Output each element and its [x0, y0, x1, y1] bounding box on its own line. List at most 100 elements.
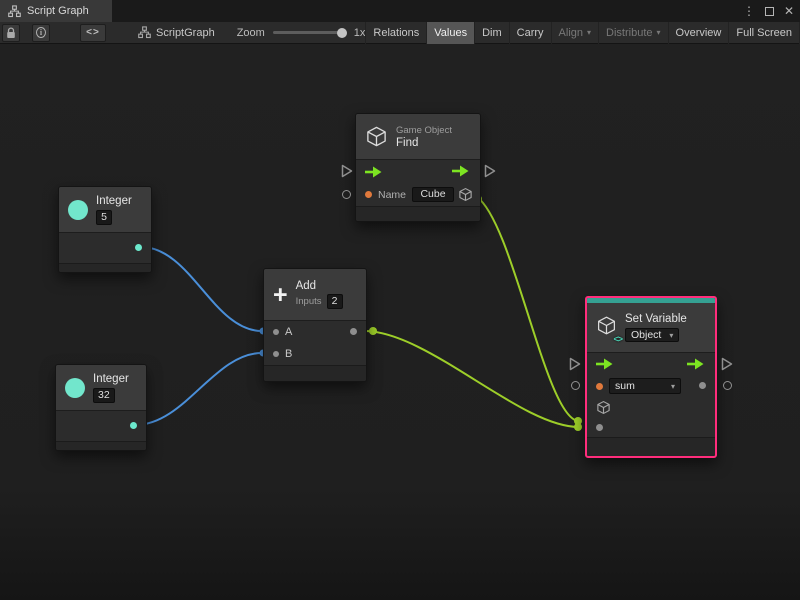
input-a-port[interactable] [273, 329, 279, 335]
zoom-slider-track[interactable] [273, 31, 347, 34]
flow-output-port[interactable] [687, 358, 704, 370]
node-footer [356, 206, 480, 221]
name-input-port[interactable] [365, 191, 372, 198]
variable-name-port[interactable] [596, 383, 603, 390]
node-footer [587, 437, 715, 456]
name-param-row: Name Cube [356, 183, 480, 206]
relations-button[interactable]: Relations [365, 22, 426, 44]
variable-kind-dropdown[interactable]: Object ▾ [625, 328, 679, 342]
zoom-slider-handle[interactable] [337, 28, 347, 38]
node-gameobject-find[interactable]: Game Object Find Name Cube [355, 113, 481, 222]
overview-button[interactable]: Overview [668, 22, 729, 44]
zoom-slider[interactable] [273, 22, 347, 44]
node-category: Game Object [396, 125, 452, 136]
value-output-port[interactable] [699, 382, 706, 389]
maximize-icon[interactable] [765, 7, 774, 16]
flow-input-port[interactable] [365, 166, 382, 178]
code-icon: <> [86, 27, 100, 38]
node-title: Find [396, 137, 452, 149]
input-b-port[interactable] [273, 351, 279, 357]
output-port[interactable] [135, 244, 142, 251]
script-graph-icon [8, 5, 21, 18]
wire-end-dot [369, 327, 377, 335]
node-title: Integer [93, 373, 129, 385]
wire-add-to-setvariable [364, 331, 579, 427]
integer-value-field[interactable]: 5 [96, 210, 112, 225]
dim-button[interactable]: Dim [474, 22, 509, 44]
zoom-value: 1x [354, 27, 366, 39]
carry-button[interactable]: Carry [509, 22, 551, 44]
kebab-menu-icon[interactable]: ⋮ [743, 5, 755, 17]
tab-title: Script Graph [27, 5, 89, 17]
flow-port-row [356, 160, 480, 183]
flow-input-port[interactable] [596, 358, 613, 370]
node-title: Integer [96, 195, 132, 207]
target-object-row [587, 397, 715, 417]
graph-name: ScriptGraph [156, 27, 215, 39]
sum-output-port[interactable] [350, 328, 357, 335]
distribute-button[interactable]: Distribute▾ [598, 22, 667, 44]
output-port[interactable] [130, 422, 137, 429]
flow-output-port[interactable] [452, 165, 469, 177]
align-button[interactable]: Align▾ [551, 22, 598, 44]
toolbar-button-group: Relations Values Dim Carry Align▾ Distri… [365, 22, 800, 44]
param-label: Name [378, 189, 406, 201]
node-header: Game Object Find [356, 114, 480, 160]
external-flow-out-triangle[interactable] [721, 357, 733, 371]
node-footer [56, 441, 146, 450]
integer-icon [65, 378, 85, 398]
input-a-label: A [285, 326, 292, 338]
input-b-label: B [285, 348, 292, 360]
chevron-down-icon: ▾ [587, 28, 591, 37]
chevron-down-icon: ▾ [669, 331, 673, 340]
lock-button[interactable] [2, 24, 20, 42]
name-value-field[interactable]: Cube [412, 187, 454, 202]
external-value-in-circle[interactable] [342, 190, 351, 199]
lock-icon [6, 27, 16, 39]
gameobject-output-port[interactable] [458, 187, 473, 202]
input-a-row: A [264, 321, 366, 343]
wire-end-dot [574, 417, 582, 425]
node-set-variable[interactable]: <> Set Variable Object ▾ sum ▾ [585, 296, 717, 458]
flow-port-row [587, 353, 715, 375]
wire-find-to-setvariable [477, 197, 579, 421]
new-value-port[interactable] [596, 424, 603, 431]
close-icon[interactable]: ✕ [784, 5, 794, 17]
integer-value-field[interactable]: 32 [93, 388, 115, 403]
info-button[interactable]: i [32, 24, 50, 42]
values-button[interactable]: Values [426, 22, 474, 44]
node-title: Set Variable [625, 313, 687, 325]
target-object-port[interactable] [596, 400, 611, 415]
code-view-button[interactable]: <> [80, 24, 106, 42]
external-flow-in-triangle[interactable] [569, 357, 581, 371]
external-flow-in-triangle[interactable] [341, 164, 353, 178]
script-graph-window: Script Graph ⋮ ✕ i <> ScriptGraph Zoom 1… [0, 0, 800, 600]
variable-name-dropdown[interactable]: sum ▾ [609, 378, 681, 394]
external-value-out-circle[interactable] [723, 381, 732, 390]
node-integer-a[interactable]: Integer 5 [58, 186, 152, 273]
graph-toolbar: i <> ScriptGraph Zoom 1x Relations Value… [0, 22, 800, 44]
graph-breadcrumb[interactable]: ScriptGraph [134, 22, 219, 44]
node-footer [59, 263, 151, 272]
inputs-label: Inputs [296, 296, 322, 307]
full-screen-button[interactable]: Full Screen [728, 22, 800, 44]
wire-integer5-to-add-a [141, 247, 262, 331]
game-object-cube-icon [365, 125, 388, 148]
node-header: + Add Inputs 2 [264, 269, 366, 321]
external-flow-out-triangle[interactable] [484, 164, 496, 178]
inputs-count-field[interactable]: 2 [327, 294, 343, 309]
tab-script-graph[interactable]: Script Graph [0, 0, 112, 22]
add-plus-icon: + [273, 284, 288, 306]
set-variable-cube-icon [596, 315, 617, 336]
node-integer-b[interactable]: Integer 32 [55, 364, 147, 451]
new-value-row [587, 417, 715, 437]
variable-name-row: sum ▾ [587, 375, 715, 397]
node-header: Integer 32 [56, 365, 146, 411]
integer-icon [68, 200, 88, 220]
external-value-in-circle[interactable] [571, 381, 580, 390]
node-header: Integer 5 [59, 187, 151, 233]
node-add[interactable]: + Add Inputs 2 A B [263, 268, 367, 382]
graph-breadcrumb-icon [138, 26, 151, 39]
node-title: Add [296, 280, 343, 292]
chevron-down-icon: ▾ [657, 28, 661, 37]
